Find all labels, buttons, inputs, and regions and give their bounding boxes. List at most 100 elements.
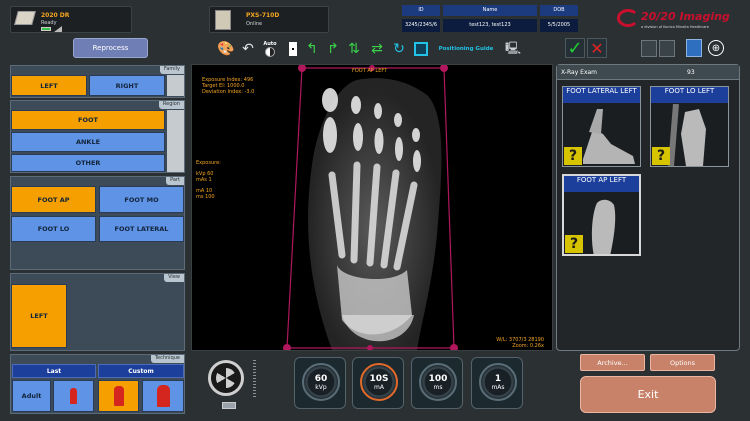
thumb-label: FOOT LO LEFT bbox=[651, 87, 728, 103]
unknown-status-icon: ? bbox=[565, 235, 583, 253]
thumb-label: FOOT LATERAL LEFT bbox=[563, 87, 640, 103]
patient-name-value: test123, test123 bbox=[443, 19, 537, 32]
part-foot-ap-button[interactable]: FOOT AP bbox=[11, 186, 96, 213]
technique-last-tab[interactable]: Last bbox=[12, 364, 96, 378]
thumb-foot-lateral-left[interactable]: FOOT LATERAL LEFT ? bbox=[562, 86, 641, 167]
exam-title: X-Ray Exam bbox=[561, 69, 598, 76]
technique-title: Technique bbox=[150, 355, 184, 363]
reject-x-button[interactable]: ✕ bbox=[587, 38, 607, 58]
detector-status-box: 2020 DR Ready bbox=[10, 6, 132, 33]
layout-2-icon[interactable] bbox=[659, 40, 675, 57]
family-title: Family bbox=[159, 66, 184, 74]
crop-icon[interactable] bbox=[411, 39, 431, 59]
ma-dial[interactable]: 10S mA bbox=[352, 357, 404, 409]
part-foot-lateral-button[interactable]: FOOT LATERAL bbox=[99, 216, 184, 242]
family-left-button[interactable]: LEFT bbox=[11, 75, 87, 96]
generator-status-box: PXS-710D Online bbox=[209, 6, 329, 33]
prep-indicator-icon bbox=[222, 402, 236, 409]
region-ankle-button[interactable]: ANKLE bbox=[11, 132, 165, 152]
detector-icon bbox=[14, 11, 36, 25]
size-adult-button[interactable]: Adult bbox=[12, 380, 51, 412]
logo-brand: 20/20 Imaging bbox=[641, 10, 730, 23]
dial-ring: 10S mA bbox=[360, 363, 398, 401]
globe-icon[interactable]: ⊕ bbox=[708, 40, 724, 56]
signal-icon bbox=[54, 26, 62, 32]
annotate-palette-icon[interactable]: 🎨 bbox=[216, 39, 236, 59]
accept-checkmark-button[interactable]: ✓ bbox=[565, 38, 585, 59]
exposure-label: Exposure: bbox=[196, 160, 221, 166]
person-medium-icon bbox=[113, 386, 124, 406]
patient-id-value: 3245/2345/6 bbox=[402, 19, 440, 32]
rotate-right-icon[interactable]: ↱ bbox=[323, 39, 343, 59]
view-left-button[interactable]: LEFT bbox=[11, 284, 67, 348]
region-foot-button[interactable]: FOOT bbox=[11, 110, 165, 130]
view-title: View bbox=[164, 274, 184, 282]
patient-id-header: ID bbox=[402, 5, 440, 16]
patient-info-table: ID Name DOB 3245/2345/6 test123, test123… bbox=[402, 5, 578, 33]
marker-icon[interactable] bbox=[283, 39, 303, 59]
exit-button[interactable]: Exit bbox=[580, 376, 716, 413]
undo-arrow-icon[interactable]: ↶ bbox=[238, 39, 258, 59]
mas-value: 1 bbox=[494, 373, 502, 384]
dial-ring: 100 ms bbox=[419, 363, 457, 401]
reset-icon[interactable]: ↻ bbox=[389, 39, 409, 59]
archive-button[interactable]: Archive... bbox=[580, 354, 645, 371]
technique-custom-tab[interactable]: Custom bbox=[98, 364, 184, 378]
reprocess-button[interactable]: Reprocess bbox=[73, 38, 148, 58]
brand-logo: 20/20 Imaging a division of Konica Minol… bbox=[617, 9, 742, 33]
size-large-button[interactable] bbox=[142, 380, 184, 412]
xray-viewer[interactable]: FOOT AP LEFT Exposure Index: 496 Target … bbox=[191, 64, 553, 351]
region-other-button[interactable]: OTHER bbox=[11, 154, 165, 172]
mas-unit: mAs bbox=[491, 383, 505, 391]
thumb-foot-lo-left[interactable]: FOOT LO LEFT ? bbox=[650, 86, 729, 167]
radiation-icon bbox=[208, 360, 244, 396]
person-small-icon bbox=[70, 388, 77, 404]
list-view-icon[interactable] bbox=[686, 39, 702, 57]
mas-dial[interactable]: 1 mAs bbox=[471, 357, 523, 409]
collimation-frame[interactable] bbox=[192, 65, 553, 351]
ms-value: 100 bbox=[428, 373, 448, 384]
kvp-unit: kVp bbox=[315, 383, 327, 391]
monitor-icon[interactable]: 🖳 bbox=[503, 39, 523, 59]
exposure-mas: mAs 1 bbox=[196, 177, 212, 183]
part-foot-mo-button[interactable]: FOOT MO bbox=[99, 186, 184, 213]
thumb-foot-ap-left[interactable]: FOOT AP LEFT ? bbox=[562, 174, 641, 256]
kvp-value: 60 bbox=[314, 373, 328, 384]
exam-count: 93 bbox=[687, 69, 695, 76]
options-button[interactable]: Options bbox=[650, 354, 715, 371]
flip-vertical-icon[interactable]: ⇅ bbox=[344, 39, 364, 59]
patient-name-header: Name bbox=[443, 5, 537, 16]
generator-status: Online bbox=[246, 21, 263, 27]
ms-unit: ms bbox=[433, 383, 443, 391]
layout-1-icon[interactable] bbox=[641, 40, 657, 57]
unknown-status-icon: ? bbox=[652, 147, 670, 165]
generator-name: PXS-710D bbox=[246, 12, 280, 19]
region-scrollbar[interactable] bbox=[167, 110, 184, 172]
flip-horizontal-icon[interactable]: ⇄ bbox=[367, 39, 387, 59]
detector-name: 2020 DR bbox=[41, 12, 70, 19]
person-large-icon bbox=[156, 385, 170, 407]
region-title: Region bbox=[158, 101, 184, 109]
auto-contrast-button[interactable]: Auto bbox=[260, 39, 280, 59]
dial-ring: 1 mAs bbox=[479, 363, 517, 401]
part-foot-lo-button[interactable]: FOOT LO bbox=[11, 216, 96, 242]
logo-swoosh-icon bbox=[617, 9, 639, 27]
rotate-left-icon[interactable]: ↰ bbox=[302, 39, 322, 59]
ms-dial[interactable]: 100 ms bbox=[411, 357, 463, 409]
size-small-button[interactable] bbox=[53, 380, 94, 412]
thumb-label: FOOT AP LEFT bbox=[564, 176, 639, 192]
exposure-ms: ms 100 bbox=[196, 194, 215, 200]
image-exam-label: FOOT AP LEFT bbox=[352, 68, 388, 74]
dial-ring: 60 kVp bbox=[302, 363, 340, 401]
generator-icon bbox=[215, 10, 231, 30]
size-medium-button[interactable] bbox=[98, 380, 139, 412]
ma-value: 10S bbox=[369, 373, 389, 384]
ma-unit: mA bbox=[374, 383, 384, 391]
family-right-button[interactable]: RIGHT bbox=[89, 75, 165, 96]
deviation-index: Deviation Index: -3.0 bbox=[202, 89, 255, 95]
positioning-guide-button[interactable]: Positioning Guide bbox=[436, 40, 496, 58]
logo-tagline: a division of Konica Minolta Healthcare bbox=[641, 25, 709, 29]
zoom-level: Zoom: 0.26x bbox=[512, 343, 544, 349]
family-scrollbar[interactable] bbox=[167, 75, 184, 96]
kvp-dial[interactable]: 60 kVp bbox=[294, 357, 346, 409]
